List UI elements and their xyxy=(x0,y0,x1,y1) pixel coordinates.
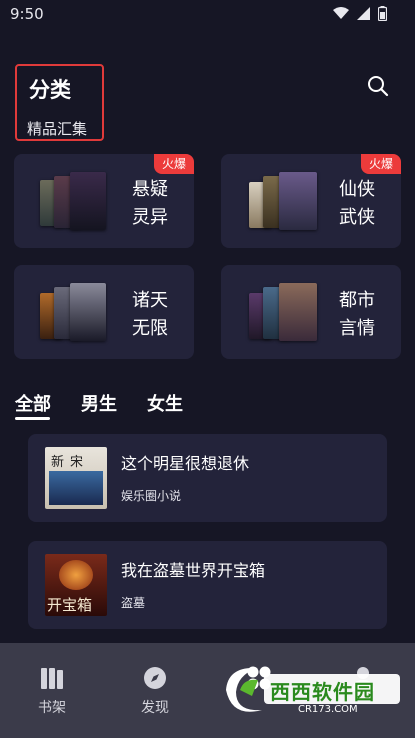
category-covers xyxy=(36,172,116,236)
category-covers xyxy=(243,172,323,236)
category-card-zhutian[interactable]: 诸天 无限 xyxy=(14,265,194,359)
tab-female[interactable]: 女生 xyxy=(147,390,183,416)
category-card-suspense[interactable]: 悬疑 灵异 火爆 xyxy=(14,154,194,248)
gender-tabs: 全部 男生 女生 xyxy=(15,390,213,416)
book-cover: 新宋 xyxy=(45,447,107,509)
nav-label: 书架 xyxy=(38,700,66,716)
category-covers xyxy=(243,283,323,347)
status-icons xyxy=(333,6,387,21)
signal-icon xyxy=(357,7,370,20)
status-bar: 9:50 xyxy=(0,0,415,28)
category-covers xyxy=(36,283,116,347)
tab-male[interactable]: 男生 xyxy=(81,390,117,416)
category-label: 诸天 无限 xyxy=(132,290,168,339)
book-tag: 盗墓 xyxy=(121,596,146,610)
page-title: 分类 xyxy=(29,78,71,102)
category-label: 仙侠 武侠 xyxy=(339,179,375,228)
compass-icon xyxy=(144,667,166,689)
category-label: 都市 言情 xyxy=(339,290,375,339)
hot-badge: 火爆 xyxy=(154,154,194,174)
category-label: 悬疑 灵异 xyxy=(132,179,168,228)
nav-item-discover[interactable]: 发现 xyxy=(125,665,185,717)
category-card-urban[interactable]: 都市 言情 xyxy=(221,265,401,359)
list-item[interactable]: 新宋 这个明星很想退休 娱乐圈小说 xyxy=(28,434,387,522)
watermark-logo: 西西软件园 CR173.COM xyxy=(218,660,408,720)
book-title: 这个明星很想退休 xyxy=(121,454,250,473)
status-time: 9:50 xyxy=(10,5,44,23)
nav-item-bookshelf[interactable]: 书架 xyxy=(22,665,82,717)
hot-badge: 火爆 xyxy=(361,154,401,174)
tab-all[interactable]: 全部 xyxy=(15,390,51,416)
search-icon[interactable] xyxy=(366,74,390,98)
wifi-icon xyxy=(333,7,349,19)
book-cover: 开宝箱 xyxy=(45,554,107,616)
book-title: 我在盗墓世界开宝箱 xyxy=(121,561,266,580)
page-subtitle: 精品汇集 xyxy=(27,120,88,138)
list-item[interactable]: 开宝箱 我在盗墓世界开宝箱 盗墓 xyxy=(28,541,387,629)
bookshelf-icon xyxy=(41,668,63,689)
header-highlight-box: 分类 精品汇集 xyxy=(15,64,104,141)
battery-icon xyxy=(378,6,387,21)
category-card-xianxia[interactable]: 仙侠 武侠 火爆 xyxy=(221,154,401,248)
active-tab-indicator xyxy=(15,417,50,420)
book-tag: 娱乐圈小说 xyxy=(121,489,182,503)
nav-label: 发现 xyxy=(141,700,169,716)
